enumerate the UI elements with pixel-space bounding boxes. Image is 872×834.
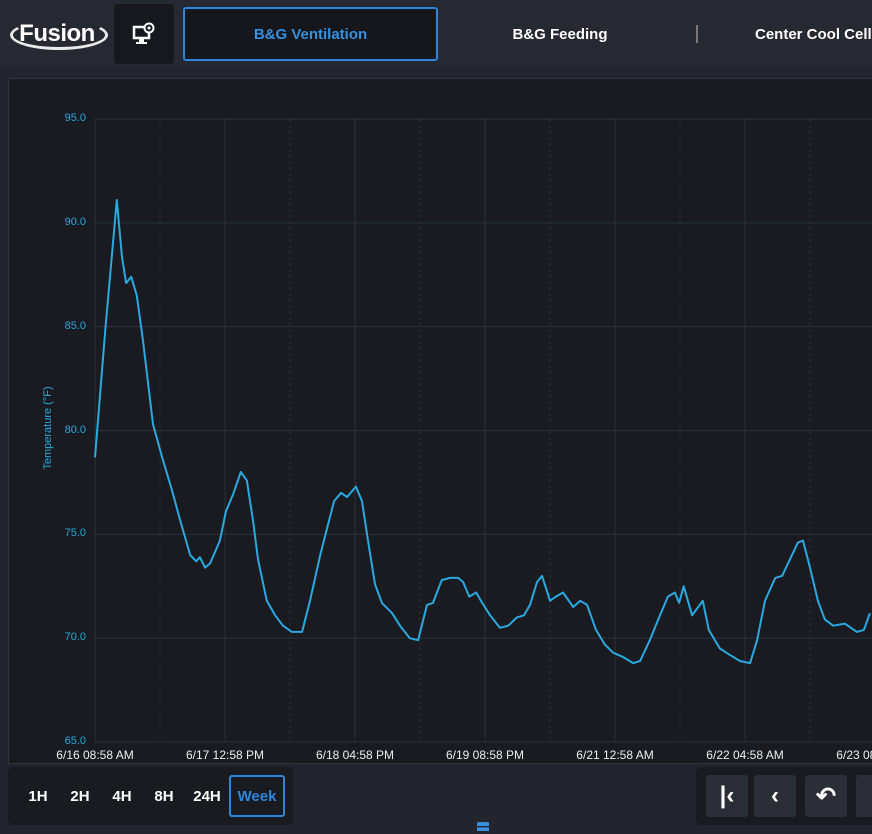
range-8h[interactable]: 8H — [150, 775, 178, 817]
drawer-handle-icon[interactable]: ▁ ▬ ▬ — [468, 811, 498, 833]
y-tick-label: 70.0 — [64, 631, 86, 644]
range-24h[interactable]: 24H — [189, 775, 225, 817]
prev-icon: ‹ — [771, 782, 779, 809]
x-tick-label: 6/18 04:58 PM — [315, 748, 395, 762]
range-week[interactable]: Week — [229, 775, 285, 817]
previous-button[interactable]: ‹ — [754, 775, 796, 817]
range-2h[interactable]: 2H — [66, 775, 94, 817]
x-tick-label: 6/22 04:58 AM — [706, 748, 784, 762]
temperature-chart — [94, 118, 872, 743]
first-icon: |‹ — [719, 782, 735, 809]
first-button[interactable]: |‹ — [706, 775, 748, 817]
y-tick-label: 95.0 — [64, 112, 86, 124]
range-1h[interactable]: 1H — [24, 775, 52, 817]
y-tick-label: 85.0 — [64, 319, 86, 332]
x-tick-label: 6/23 08:58 AM — [836, 748, 872, 762]
x-tick-label: 6/17 12:58 PM — [185, 748, 265, 762]
x-tick-label: 6/19 08:58 PM — [445, 748, 525, 762]
temperature-series-line — [94, 199, 871, 665]
y-tick-label: 75.0 — [64, 527, 86, 540]
undo-button[interactable]: ↶ — [805, 775, 847, 817]
x-tick-label: 6/21 12:58 AM — [576, 748, 654, 762]
undo-icon: ↶ — [815, 782, 837, 810]
y-axis-label: Temperature (°F) — [42, 386, 54, 470]
next-button[interactable] — [856, 775, 872, 817]
y-tick-label: 65.0 — [64, 735, 86, 747]
y-tick-label: 90.0 — [64, 215, 86, 228]
x-tick-label: 6/16 08:58 AM — [56, 748, 134, 762]
range-4h[interactable]: 4H — [108, 775, 136, 817]
